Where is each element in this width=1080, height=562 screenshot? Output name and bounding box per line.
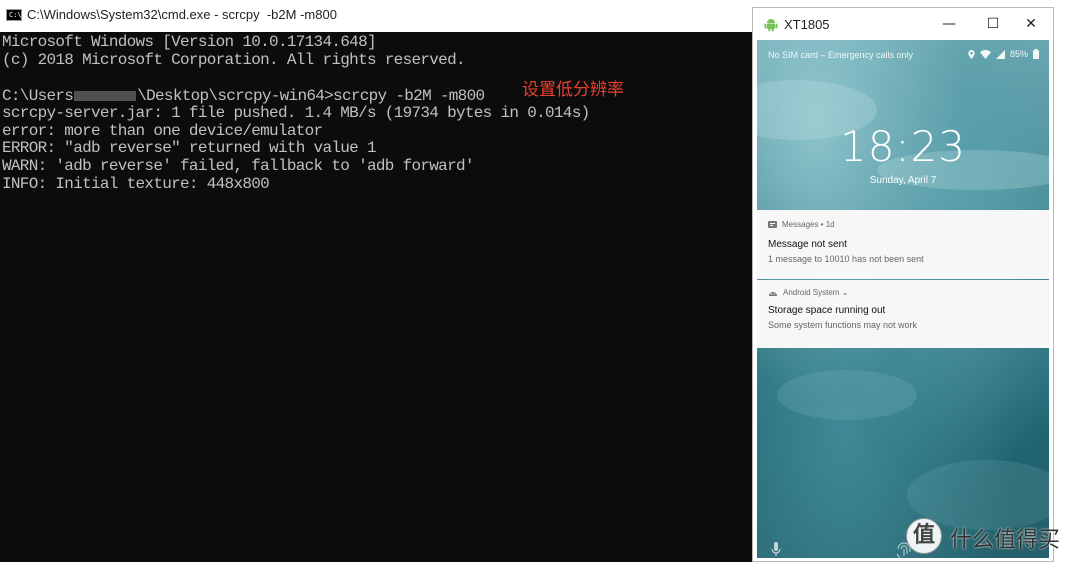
notification-messages[interactable]: Messages • 1d Message not sent 1 message…: [757, 210, 1049, 279]
close-button[interactable]: ✕: [1009, 8, 1053, 40]
console-line: WARN: 'adb reverse' failed, fallback to …: [2, 157, 474, 175]
console-line: error: more than one device/emulator: [2, 122, 323, 140]
lock-clock: 18:23: [839, 122, 967, 171]
battery-icon: [1033, 49, 1039, 59]
microphone-icon[interactable]: [771, 542, 781, 557]
notification-android-system[interactable]: Android System ⌄ Storage space running o…: [757, 280, 1049, 348]
notification-body: 1 message to 10010 has not been sent: [768, 254, 924, 264]
console-line: ERROR: "adb reverse" returned with value…: [2, 139, 377, 157]
cmd-console[interactable]: Microsoft Windows [Version 10.0.17134.64…: [0, 32, 752, 562]
prompt-command: \Desktop\scrcpy-win64>scrcpy -b2M -m800: [137, 87, 485, 105]
cmd-app-icon: C:\.: [6, 9, 26, 21]
redacted-username: [74, 90, 137, 101]
notification-header: Messages • 1d: [768, 220, 835, 229]
phone-lock-screen[interactable]: No SIM card – Emergency calls only 85% 1…: [757, 40, 1049, 558]
lock-date: Sunday, April 7: [869, 175, 937, 186]
watermark-text: 什么值得买: [950, 528, 1061, 553]
wallpaper-wave: [777, 370, 917, 420]
notification-title: Message not sent: [768, 239, 847, 250]
notification-title: Storage space running out: [768, 305, 886, 316]
wifi-icon: [979, 49, 991, 59]
notification-app-name: Messages • 1d: [782, 220, 835, 229]
cmd-titlebar[interactable]: C:\. C:\Windows\System32\cmd.exe - scrcp…: [0, 0, 752, 33]
messages-icon: [768, 220, 777, 228]
console-line: Microsoft Windows [Version 10.0.17134.64…: [2, 33, 377, 51]
status-bar: No SIM card – Emergency calls only 85%: [757, 40, 1049, 66]
android-system-icon: [769, 291, 777, 296]
notification-app-name: Android System ⌄: [783, 288, 849, 297]
minimize-button[interactable]: —: [927, 8, 971, 40]
console-command-line: C:\Users \Desktop\scrcpy-win64>scrcpy -b2…: [2, 87, 485, 105]
console-line: (c) 2018 Microsoft Corporation. All righ…: [2, 51, 466, 69]
notification-body: Some system functions may not work: [768, 320, 918, 330]
signal-icon: [995, 49, 1005, 59]
phone-window-title: XT1805: [784, 17, 830, 32]
notification-header: Android System ⌄: [768, 288, 848, 297]
prompt-prefix: C:\Users: [2, 87, 74, 105]
status-icons: 85%: [968, 49, 1039, 59]
phone-titlebar[interactable]: XT1805 — ☐ ✕: [753, 8, 1053, 40]
cmd-window-title: C:\Windows\System32\cmd.exe - scrcpy -b2…: [27, 7, 337, 22]
sim-status: No SIM card – Emergency calls only: [768, 50, 914, 60]
location-icon: [968, 49, 975, 59]
watermark-logo: 值: [906, 518, 942, 554]
scrcpy-window[interactable]: XT1805 — ☐ ✕ No SIM card – Emergency cal…: [752, 7, 1054, 562]
android-icon: [764, 19, 778, 32]
battery-percent: 85%: [1009, 49, 1028, 59]
annotation-label: 设置低分辨率: [522, 80, 624, 100]
console-line: INFO: Initial texture: 448x800: [2, 175, 270, 193]
console-line: scrcpy-server.jar: 1 file pushed. 1.4 MB…: [2, 104, 590, 122]
